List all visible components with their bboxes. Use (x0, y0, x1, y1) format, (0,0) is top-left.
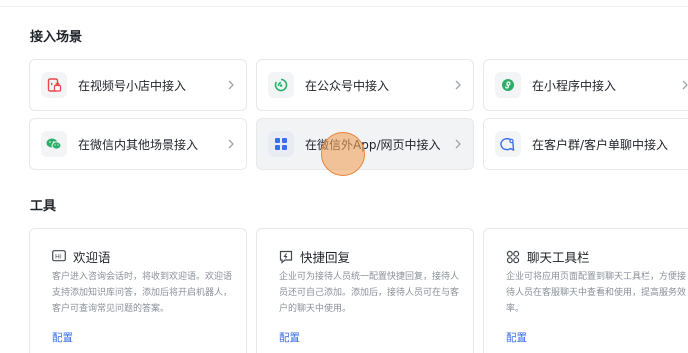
chevron-right-icon (228, 80, 234, 90)
access-card-customer-group[interactable]: 在客户群/客户单聊中接入 (483, 118, 688, 170)
chevron-right-icon (455, 80, 461, 90)
configure-link[interactable]: 配置 (52, 330, 73, 345)
top-divider (0, 6, 688, 7)
chevron-right-icon (455, 139, 461, 149)
official-account-icon (268, 72, 294, 98)
tool-card-chat-toolbar: 聊天工具栏 企业可将应用页面配置到聊天工具栏，方便接待人员在客服聊天中查看和使用… (483, 228, 688, 353)
tool-description: 客户进入咨询会话时，将收到欢迎语。欢迎语支持添加知识库问答，添加后将开启机器人，… (52, 272, 233, 314)
customer-group-icon (495, 131, 521, 157)
access-card-mini-program[interactable]: 在小程序中接入 (483, 59, 688, 111)
quick-reply-icon (279, 250, 293, 264)
wechat-icon (41, 131, 67, 157)
tool-title: 欢迎语 (73, 250, 111, 265)
access-card-channels-shop[interactable]: 在视频号小店中接入 (29, 59, 247, 111)
tool-title: 聊天工具栏 (527, 250, 590, 265)
tool-description: 企业可将应用页面配置到聊天工具栏，方便接待人员在客服聊天中查看和使用，提高服务效… (506, 272, 687, 314)
tools-section-title: 工具 (30, 199, 57, 214)
chevron-right-icon (228, 139, 234, 149)
tool-card-quick-reply: 快捷回复 企业可为接待人员统一配置快捷回复，接待人员还可自己添加。添加后，接待人… (256, 228, 474, 353)
customer-service-config-page: 接入场景 在视频号小店中接入 在公众号中接入 在小程序中接入 在微信内其他场景接… (0, 0, 688, 353)
shop-icon (41, 72, 67, 98)
access-card-label: 在客户群/客户单聊中接入 (532, 137, 669, 152)
access-section-title: 接入场景 (30, 30, 83, 45)
access-card-wechat-other[interactable]: 在微信内其他场景接入 (29, 118, 247, 170)
configure-link[interactable]: 配置 (279, 330, 300, 345)
configure-link[interactable]: 配置 (506, 330, 527, 345)
svg-text:Hi: Hi (55, 253, 62, 261)
hi-icon: Hi (52, 250, 66, 262)
access-card-label: 在微信内其他场景接入 (78, 137, 199, 152)
access-card-label: 在微信外App/网页中接入 (305, 137, 441, 152)
access-card-official-account[interactable]: 在公众号中接入 (256, 59, 474, 111)
tool-description: 企业可为接待人员统一配置快捷回复，接待人员还可自己添加。添加后，接待人员可在与客… (279, 272, 460, 314)
tool-card-welcome: Hi 欢迎语 客户进入咨询会话时，将收到欢迎语。欢迎语支持添加知识库问答，添加后… (29, 228, 247, 353)
access-card-label: 在小程序中接入 (532, 78, 617, 93)
toolbar-icon (506, 250, 520, 263)
access-card-label: 在视频号小店中接入 (78, 78, 187, 93)
tool-title: 快捷回复 (300, 250, 351, 265)
access-card-app-web[interactable]: 在微信外App/网页中接入 (256, 118, 474, 170)
chevron-right-icon (682, 80, 688, 90)
mini-program-icon (495, 72, 521, 98)
access-card-label: 在公众号中接入 (305, 78, 390, 93)
app-grid-icon (268, 131, 294, 157)
